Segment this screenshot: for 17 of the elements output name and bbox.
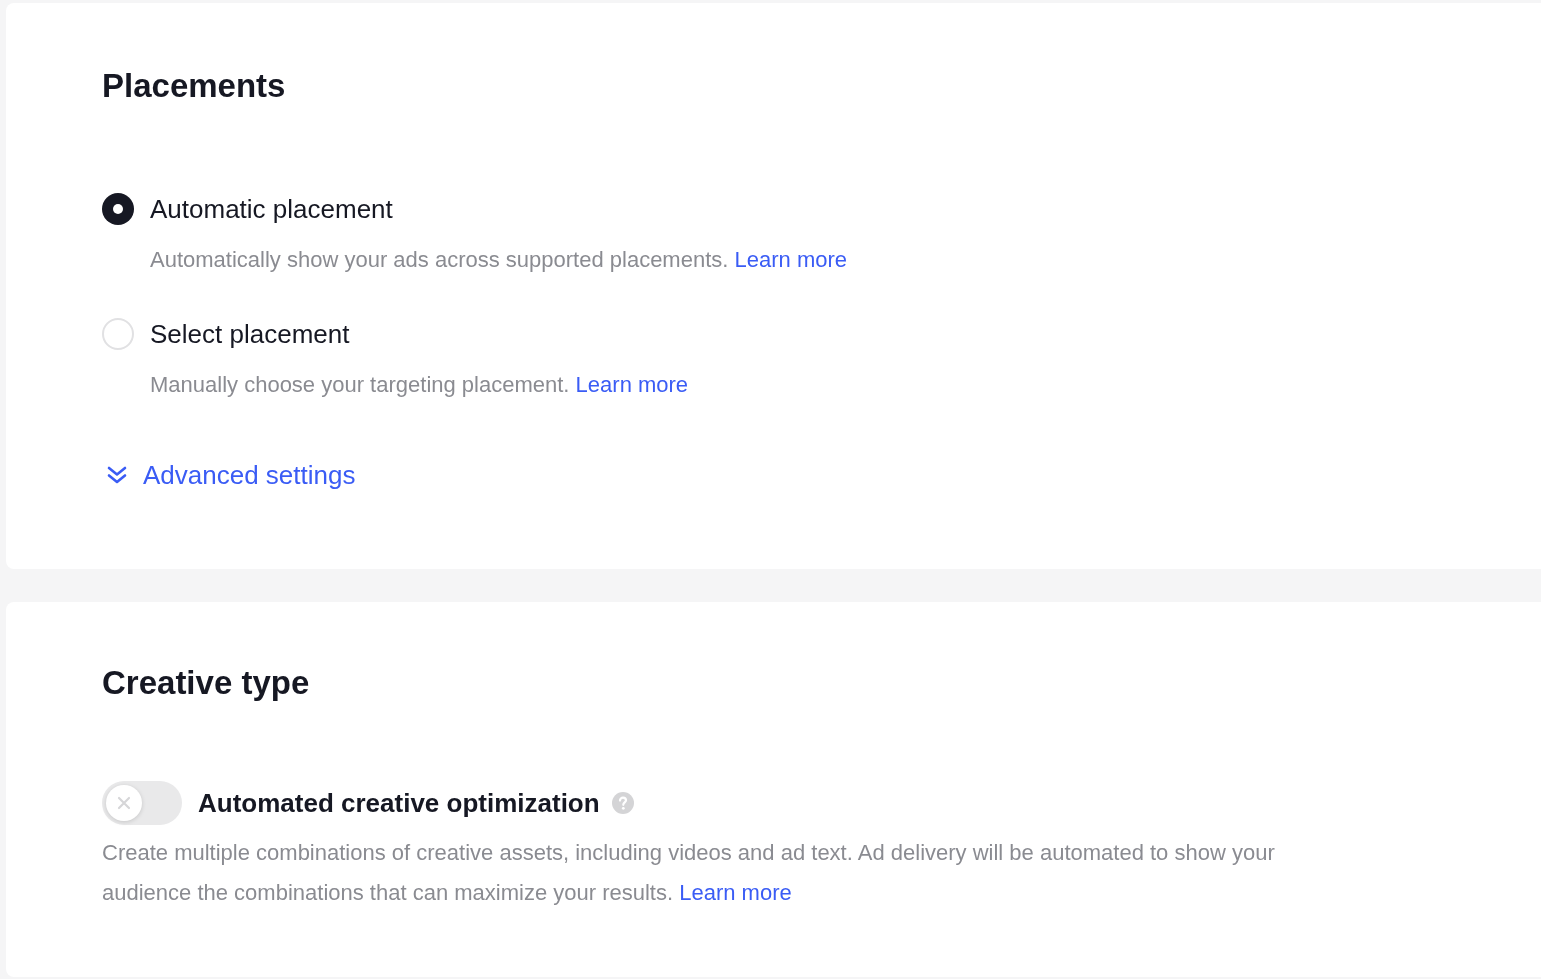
advanced-settings-button[interactable]: Advanced settings xyxy=(102,459,356,491)
help-icon[interactable] xyxy=(611,792,634,814)
learn-more-link[interactable]: Learn more xyxy=(734,247,848,272)
cross-icon xyxy=(106,785,142,821)
option-label: Automatic placement xyxy=(150,193,393,225)
option-description: Manually choose your targeting placement. Learn more xyxy=(150,371,689,399)
radio-button[interactable] xyxy=(102,318,134,350)
toggle-switch[interactable] xyxy=(102,781,182,825)
learn-more-link[interactable]: Learn more xyxy=(575,372,689,397)
section-title: Placements xyxy=(102,66,286,106)
learn-more-link[interactable]: Learn more xyxy=(679,880,792,905)
setting-label: Automated creative optimization xyxy=(198,787,600,819)
option-description: Automatically show your ads across supported placements. Learn more xyxy=(150,246,848,274)
radio-button[interactable] xyxy=(102,193,134,225)
option-description: Create multiple combinations of creative assets, including videos and ad text. Ad delivery will be automated to show your audience the combinations that can maximize your results. Learn more xyxy=(102,839,1276,907)
section-title: Creative type xyxy=(102,663,310,703)
option-label: Select placement xyxy=(150,318,350,350)
